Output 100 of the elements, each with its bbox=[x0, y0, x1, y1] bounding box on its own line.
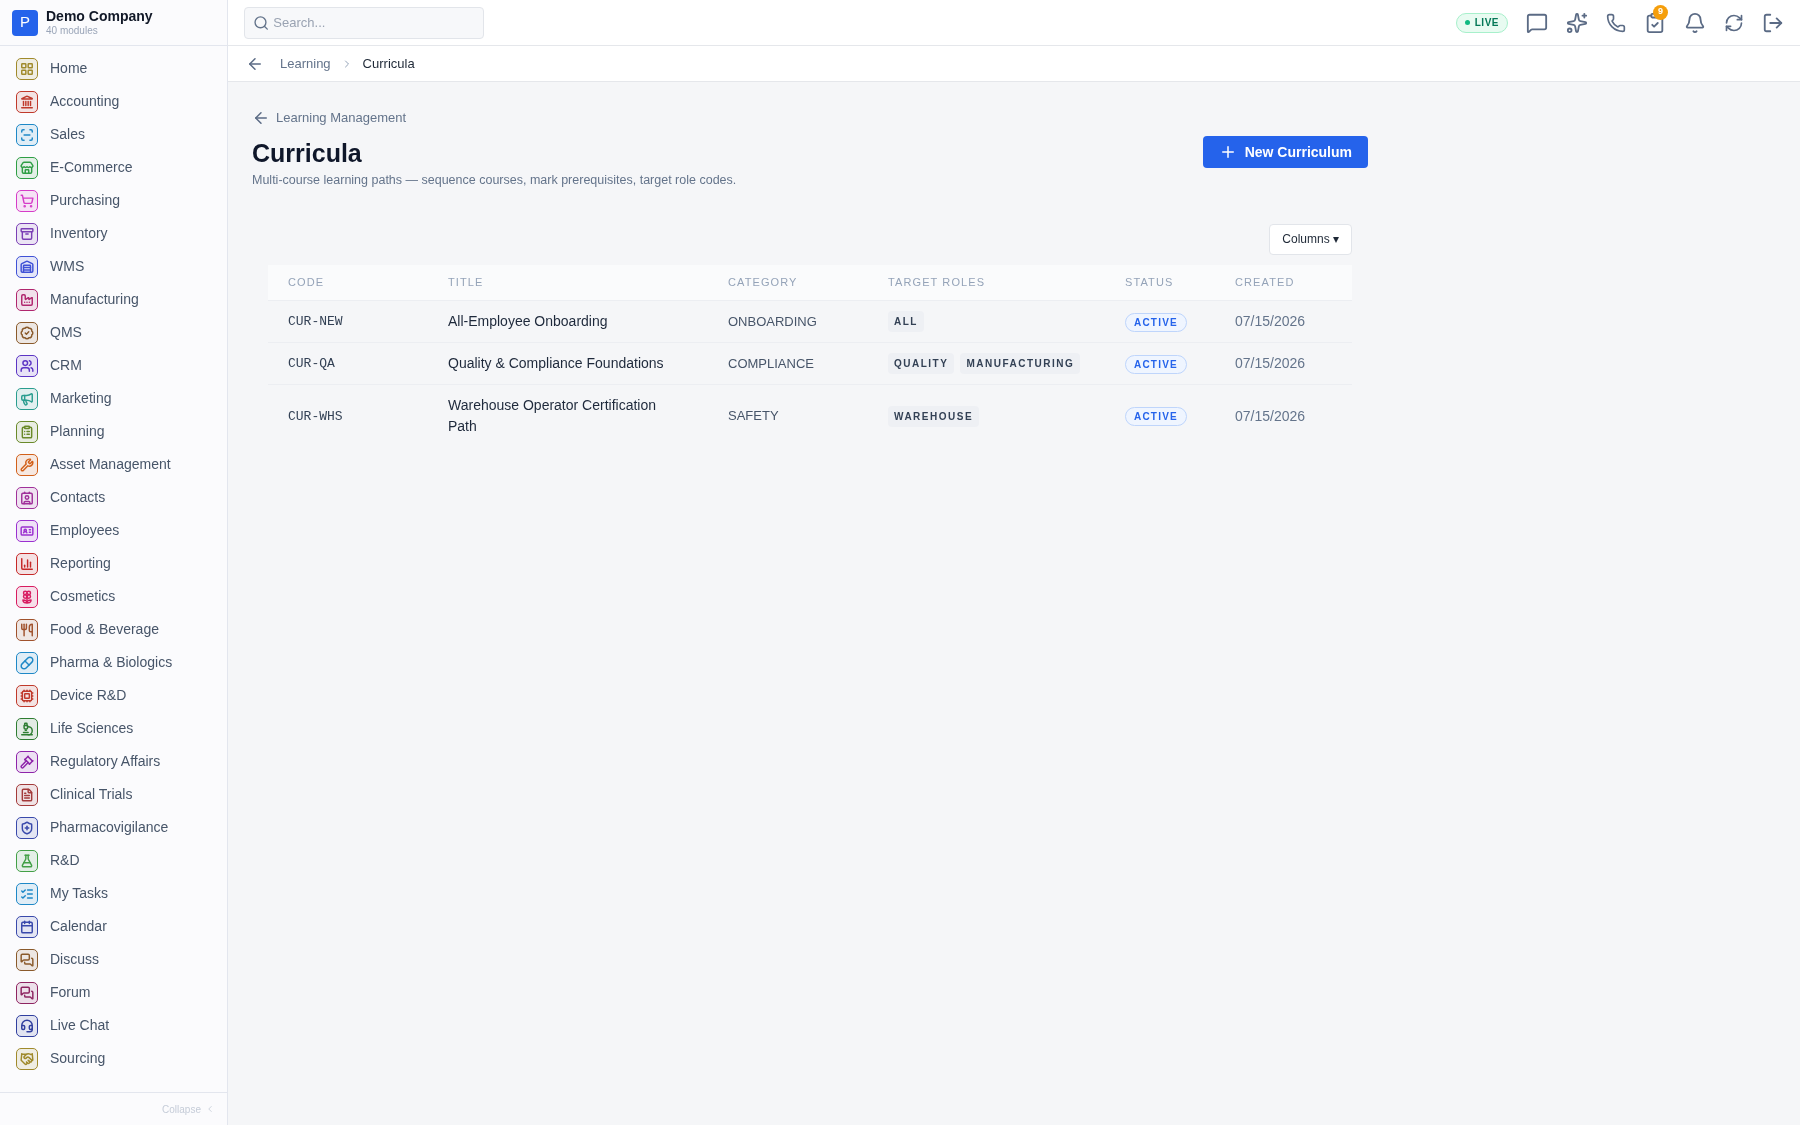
column-header: CATEGORY bbox=[728, 264, 888, 301]
table-cell: CUR-NEW bbox=[288, 314, 343, 330]
sidebar-item[interactable]: QMS bbox=[0, 316, 227, 349]
sparkle-icon[interactable] bbox=[1566, 11, 1588, 34]
sidebar-item[interactable]: R&D bbox=[0, 844, 227, 877]
table-cell: ONBOARDING bbox=[728, 313, 817, 329]
search-field[interactable]: Search... bbox=[244, 6, 484, 39]
table-cell: 07/15/2026 bbox=[1235, 407, 1306, 424]
sidebar-item[interactable]: Accounting bbox=[0, 85, 227, 118]
sidebar-item[interactable]: Discuss bbox=[0, 943, 227, 976]
role-tag: MANUFACTURING bbox=[960, 353, 1081, 374]
sidebar-item[interactable]: Marketing bbox=[0, 382, 227, 415]
phone-icon[interactable] bbox=[1606, 12, 1626, 33]
search-input[interactable]: Search... bbox=[273, 12, 475, 33]
refresh-icon[interactable] bbox=[1724, 12, 1744, 33]
sidebar-item[interactable]: Purchasing bbox=[0, 184, 227, 217]
sidebar-label: Regulatory Affairs bbox=[50, 752, 161, 771]
table-cell: All-Employee Onboarding bbox=[448, 313, 608, 329]
sidebar-label: Discuss bbox=[50, 950, 99, 969]
sidebar-label: Food & Beverage bbox=[50, 620, 159, 639]
search-icon bbox=[253, 13, 270, 32]
sidebar-item[interactable]: Life Sciences bbox=[0, 712, 227, 745]
sidebar-label: Forum bbox=[50, 983, 91, 1002]
sidebar-label: Life Sciences bbox=[50, 719, 134, 738]
column-header: TITLE bbox=[448, 264, 728, 301]
sidebar-label: Manufacturing bbox=[50, 290, 139, 309]
logout-icon[interactable] bbox=[1762, 11, 1784, 34]
sidebar-label: My Tasks bbox=[50, 884, 109, 903]
column-header: CREATED bbox=[1235, 264, 1352, 301]
company-logo: P bbox=[12, 9, 38, 36]
sidebar-item[interactable]: CRM bbox=[0, 349, 227, 382]
sidebar-item[interactable]: Contacts bbox=[0, 481, 227, 514]
sidebar-item[interactable]: Pharmacovigilance bbox=[0, 811, 227, 844]
sidebar-item[interactable]: E-Commerce bbox=[0, 151, 227, 184]
sidebar-item[interactable]: Employees bbox=[0, 514, 227, 547]
sidebar-item[interactable]: Forum bbox=[0, 976, 227, 1009]
sidebar-label: Cosmetics bbox=[50, 587, 116, 606]
chat-icon[interactable] bbox=[1526, 11, 1548, 34]
status-badge: ACTIVE bbox=[1125, 312, 1187, 332]
sidebar-item[interactable]: Sourcing bbox=[0, 1042, 227, 1075]
sidebar-item[interactable]: Reporting bbox=[0, 547, 227, 580]
sidebar-item[interactable]: My Tasks bbox=[0, 877, 227, 910]
table-cell: CUR-QA bbox=[288, 356, 335, 372]
sidebar-item[interactable]: Live Chat bbox=[0, 1009, 227, 1042]
sidebar-label: Device R&D bbox=[50, 686, 127, 705]
sidebar-label: Accounting bbox=[50, 92, 120, 111]
sidebar-item[interactable]: Planning bbox=[0, 415, 227, 448]
table-cell: SAFETY bbox=[728, 408, 779, 424]
new-curriculum-button[interactable]: New Curriculum bbox=[1202, 136, 1368, 168]
sidebar-label: Marketing bbox=[50, 389, 112, 408]
role-tag: ALL bbox=[888, 311, 924, 332]
bell-icon[interactable] bbox=[1684, 11, 1706, 34]
page-subtitle: Multi-course learning paths — sequence courses, mark prerequisites, target role codes. bbox=[252, 171, 737, 189]
sidebar-item[interactable]: Sales bbox=[0, 118, 227, 151]
sidebar-item[interactable]: Pharma & Biologics bbox=[0, 646, 227, 679]
sidebar-item[interactable]: Manufacturing bbox=[0, 283, 227, 316]
live-badge: LIVE bbox=[1455, 12, 1508, 33]
sidebar-label: Reporting bbox=[50, 554, 111, 573]
sidebar-label: Live Chat bbox=[50, 1016, 110, 1035]
columns-button[interactable]: Columns ▾ bbox=[1269, 223, 1352, 255]
sidebar-label: Planning bbox=[50, 422, 105, 441]
sidebar-item[interactable]: Clinical Trials bbox=[0, 778, 227, 811]
sidebar-item[interactable]: Cosmetics bbox=[0, 580, 227, 613]
sidebar-label: R&D bbox=[50, 851, 80, 870]
status-badge: ACTIVE bbox=[1125, 354, 1187, 374]
sidebar-item[interactable]: WMS bbox=[0, 250, 227, 283]
role-tag: WAREHOUSE bbox=[888, 405, 980, 427]
sidebar-label: Sourcing bbox=[50, 1049, 106, 1068]
table-cell: COMPLIANCE bbox=[728, 355, 814, 371]
sidebar-label: Pharmacovigilance bbox=[50, 818, 169, 837]
sidebar-item[interactable]: Device R&D bbox=[0, 679, 227, 712]
sidebar-label: Asset Management bbox=[50, 455, 171, 474]
sidebar-item[interactable]: Home bbox=[0, 52, 227, 85]
sidebar-item[interactable]: Inventory bbox=[0, 217, 227, 250]
sidebar-label: Purchasing bbox=[50, 191, 121, 210]
sidebar-label: Clinical Trials bbox=[50, 785, 133, 804]
sidebar-item[interactable]: Regulatory Affairs bbox=[0, 745, 227, 778]
table-cell: Warehouse Operator Certification Path bbox=[448, 397, 657, 434]
sidebar-label: Employees bbox=[50, 521, 120, 540]
sidebar-item[interactable]: Food & Beverage bbox=[0, 613, 227, 646]
notification-count: 9 bbox=[1653, 4, 1668, 20]
table-cell: 07/15/2026 bbox=[1235, 313, 1306, 329]
sidebar-item[interactable]: Asset Management bbox=[0, 448, 227, 481]
table-cell: Quality & Compliance Foundations bbox=[448, 355, 664, 371]
sidebar-label: Pharma & Biologics bbox=[50, 653, 173, 672]
role-tag: QUALITY bbox=[888, 353, 955, 374]
breadcrumb-item[interactable]: Learning bbox=[280, 53, 331, 74]
sidebar-item[interactable]: Calendar bbox=[0, 910, 227, 943]
sidebar-label: WMS bbox=[50, 257, 85, 276]
sidebar-label: Sales bbox=[50, 125, 86, 144]
chevron-left-icon bbox=[205, 1104, 215, 1114]
sidebar-label: QMS bbox=[50, 323, 82, 342]
status-badge: ACTIVE bbox=[1125, 407, 1187, 427]
column-header: STATUS bbox=[1125, 264, 1235, 301]
back-link[interactable]: Learning Management bbox=[252, 108, 407, 128]
table-cell: CUR-WHS bbox=[288, 408, 343, 424]
sidebar-label: Calendar bbox=[50, 917, 107, 936]
company-name: Demo Company bbox=[46, 7, 153, 25]
sidebar-label: CRM bbox=[50, 356, 82, 375]
sidebar-label: Home bbox=[50, 59, 88, 78]
